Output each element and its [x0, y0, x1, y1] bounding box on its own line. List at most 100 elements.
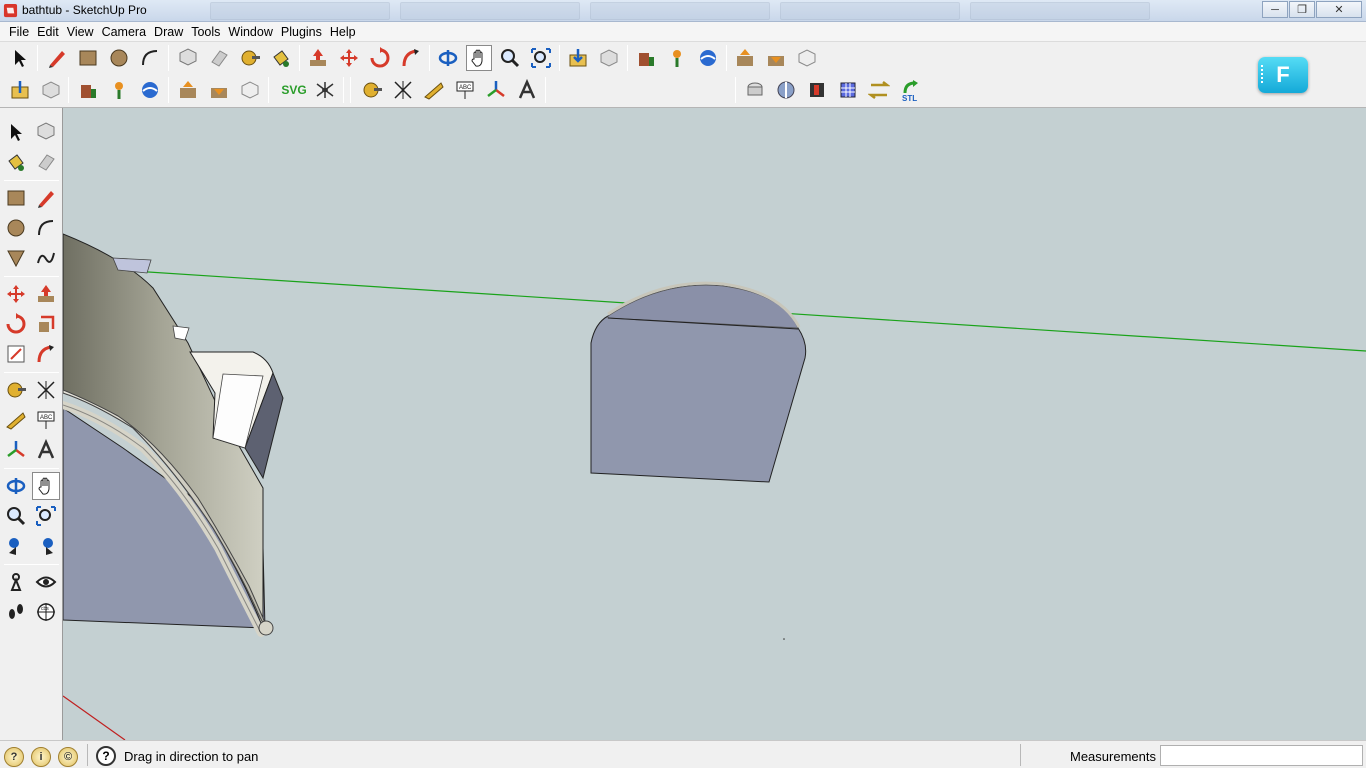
export-button-2[interactable] — [175, 77, 201, 103]
left-next-view-button[interactable] — [32, 532, 60, 560]
tape-measure-button[interactable] — [237, 45, 263, 71]
orbit-tool-button[interactable] — [435, 45, 461, 71]
left-push-pull-button[interactable] — [32, 280, 60, 308]
user-icon[interactable]: © — [58, 747, 78, 767]
axes-tool-button[interactable] — [483, 77, 509, 103]
add-location-button[interactable] — [664, 45, 690, 71]
left-move-button[interactable] — [2, 280, 30, 308]
place-model-button[interactable] — [75, 77, 101, 103]
menu-help[interactable]: Help — [328, 25, 362, 39]
left-freehand-button[interactable] — [32, 244, 60, 272]
section-plane-button[interactable] — [773, 77, 799, 103]
help-icon[interactable]: ? — [96, 746, 116, 766]
solid-tools-button[interactable] — [742, 77, 768, 103]
menu-draw[interactable]: Draw — [152, 25, 189, 39]
3d-text-button[interactable] — [514, 77, 540, 103]
menu-window[interactable]: Window — [226, 25, 278, 39]
import-button[interactable] — [763, 45, 789, 71]
geo-location-icon[interactable]: ? — [4, 747, 24, 767]
menu-view[interactable]: View — [65, 25, 100, 39]
tape-measure-button-2[interactable] — [359, 77, 385, 103]
follow-me-button[interactable] — [398, 45, 424, 71]
line-tool-button[interactable] — [44, 45, 70, 71]
paint-bucket-button[interactable] — [268, 45, 294, 71]
google-earth-button[interactable] — [633, 45, 659, 71]
import-box-icon-2 — [211, 88, 227, 98]
left-dimension-button[interactable] — [32, 376, 60, 404]
dimension-tool-button[interactable] — [390, 77, 416, 103]
close-button[interactable]: ✕ — [1316, 1, 1362, 18]
maximize-button[interactable]: ❐ — [1289, 1, 1315, 18]
left-follow-me-button[interactable] — [32, 340, 60, 368]
left-select-button[interactable] — [2, 118, 30, 146]
toggle-terrain-button-2[interactable] — [137, 77, 163, 103]
left-rectangle-button[interactable] — [2, 184, 30, 212]
left-circle-button[interactable] — [2, 214, 30, 242]
left-section-plane-button[interactable]: cbs — [32, 598, 60, 626]
arc-tool-button[interactable] — [137, 45, 163, 71]
export-button[interactable] — [732, 45, 758, 71]
zoom-extents-button[interactable] — [528, 45, 554, 71]
left-offset-button[interactable] — [2, 340, 30, 368]
circle-tool-button[interactable] — [106, 45, 132, 71]
toggle-terrain-button[interactable] — [695, 45, 721, 71]
component-options-button[interactable] — [794, 45, 820, 71]
grid-tool-button[interactable] — [835, 77, 861, 103]
floating-extension-badge[interactable]: F — [1258, 57, 1308, 93]
select-tool-button[interactable] — [7, 45, 33, 71]
left-scale-button[interactable] — [32, 310, 60, 338]
left-position-camera-button[interactable] — [2, 568, 30, 596]
left-look-around-button[interactable] — [32, 568, 60, 596]
menu-tools[interactable]: Tools — [189, 25, 226, 39]
left-walk-button[interactable] — [2, 598, 30, 626]
left-line-button[interactable] — [32, 184, 60, 212]
text-tool-button[interactable]: ABC — [452, 77, 478, 103]
left-orbit-button[interactable] — [2, 472, 30, 500]
modeling-viewport[interactable] — [63, 108, 1366, 740]
outer-shell-button[interactable] — [804, 77, 830, 103]
menu-file[interactable]: File — [7, 25, 35, 39]
measurements-field[interactable] — [1160, 745, 1363, 766]
rectangle-tool-button[interactable] — [75, 45, 101, 71]
minimize-button[interactable]: ─ — [1262, 1, 1288, 18]
stl-export-button[interactable]: STL — [897, 77, 923, 103]
pan-tool-button[interactable] — [466, 45, 492, 71]
left-text-button[interactable]: ABC — [32, 406, 60, 434]
left-paint-bucket-button[interactable] — [2, 148, 30, 176]
left-arc-button[interactable] — [32, 214, 60, 242]
menu-edit[interactable]: Edit — [35, 25, 65, 39]
left-tape-measure-button[interactable] — [2, 376, 30, 404]
left-make-component-button[interactable] — [32, 118, 60, 146]
scene-canvas[interactable] — [63, 108, 1366, 740]
zoom-tool-button[interactable] — [497, 45, 523, 71]
import-button-2[interactable] — [206, 77, 232, 103]
get-models-button[interactable] — [565, 45, 591, 71]
left-zoom-button[interactable] — [2, 502, 30, 530]
flip-tool-button[interactable] — [866, 77, 892, 103]
share-model-button[interactable] — [596, 45, 622, 71]
menu-camera[interactable]: Camera — [100, 25, 152, 39]
add-location-button-2[interactable] — [106, 77, 132, 103]
share-model-button-2[interactable] — [38, 77, 64, 103]
move-tool-button[interactable] — [336, 45, 362, 71]
protractor-button[interactable] — [421, 77, 447, 103]
left-axes-button[interactable] — [2, 436, 30, 464]
left-protractor-button[interactable] — [2, 406, 30, 434]
left-previous-view-button[interactable] — [2, 532, 30, 560]
push-pull-button[interactable] — [305, 45, 331, 71]
left-3d-text-button[interactable] — [32, 436, 60, 464]
menu-plugins[interactable]: Plugins — [279, 25, 328, 39]
svg-export-button[interactable]: SVG — [278, 77, 310, 103]
left-pan-button[interactable] — [32, 472, 60, 500]
get-models-button-2[interactable] — [7, 77, 33, 103]
rotate-tool-button[interactable] — [367, 45, 393, 71]
left-zoom-window-button[interactable] — [32, 502, 60, 530]
eraser-tool-button[interactable] — [206, 45, 232, 71]
component-options-button-2[interactable] — [237, 77, 263, 103]
svg-tool-button[interactable] — [312, 77, 338, 103]
left-polygon-button[interactable] — [2, 244, 30, 272]
left-rotate-button[interactable] — [2, 310, 30, 338]
make-component-button[interactable] — [175, 45, 201, 71]
credits-icon[interactable]: i — [31, 747, 51, 767]
left-eraser-button[interactable] — [32, 148, 60, 176]
